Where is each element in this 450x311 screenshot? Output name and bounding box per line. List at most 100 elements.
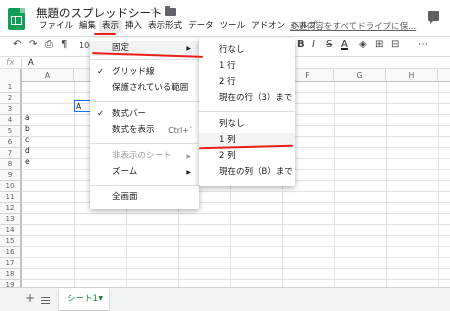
row-header[interactable]: 7 (0, 148, 22, 159)
column-header[interactable]: G (334, 69, 386, 82)
menubar: ファイル 編集 表示 挿入 表示形式 データ ツール アドオン ヘルプ (36, 20, 320, 33)
view-menu: 固定 ▶ ✓ グリッド線 保護されている範囲 ✓ 数式バー 数式を表示 Ctrl… (90, 38, 199, 209)
freeze-no-rows[interactable]: 行なし (199, 43, 295, 58)
menu-addons[interactable]: アドオン (248, 20, 288, 33)
row-header[interactable]: 14 (0, 225, 22, 236)
chevron-down-icon[interactable]: ▼ (98, 288, 103, 310)
row-header[interactable]: 19 (0, 280, 22, 287)
row-header[interactable]: 5 (0, 126, 22, 137)
annotation-underline-view-menu (94, 33, 116, 35)
cell-a6[interactable]: c (25, 134, 29, 145)
menu-divider (90, 143, 199, 144)
grid-row-line (22, 213, 450, 214)
row-header[interactable]: 18 (0, 269, 22, 280)
freeze-up-to-current-column[interactable]: 現在の列（B）まで (199, 165, 295, 180)
grid-row-line (22, 257, 450, 258)
fx-icon: fx (6, 58, 15, 68)
menu-divider (90, 185, 199, 186)
formula-separator (21, 58, 22, 68)
chevron-right-icon: ▶ (186, 153, 191, 160)
cell-a5[interactable]: b (25, 123, 30, 134)
sheet-tab-active[interactable]: シート1 ▼ (59, 288, 109, 310)
menu-divider (90, 101, 199, 102)
more-icon[interactable]: ⋯ (418, 39, 428, 50)
menu-view[interactable]: 表示 (99, 20, 123, 33)
row-header[interactable]: 9 (0, 170, 22, 181)
grid-row-line (22, 191, 450, 192)
row-header[interactable]: 6 (0, 137, 22, 148)
row-header[interactable]: 15 (0, 236, 22, 247)
freeze-submenu: 行なし 1 行 2 行 現在の行（3）まで 列なし 1 列 2 列 現在の列（B… (199, 38, 295, 186)
menu-file[interactable]: ファイル (36, 20, 76, 33)
cell-a4[interactable]: a (25, 112, 30, 123)
strikethrough-button[interactable]: S (326, 39, 332, 50)
freeze-up-to-current-row[interactable]: 現在の行（3）まで (199, 91, 295, 106)
menu-divider (199, 111, 295, 112)
menu-tools[interactable]: ツール (217, 20, 249, 33)
grid-row-line (22, 202, 450, 203)
comment-icon[interactable] (428, 11, 439, 24)
menu-item-zoom[interactable]: ズーム ▶ (90, 165, 199, 180)
freeze-2-columns[interactable]: 2 列 (199, 149, 295, 164)
row-header[interactable]: 2 (0, 93, 22, 104)
all-sheets-icon[interactable] (41, 297, 50, 304)
grid-row-line (22, 235, 450, 236)
check-icon: ✓ (97, 67, 105, 77)
menu-format[interactable]: 表示形式 (145, 20, 185, 33)
menu-insert[interactable]: 挿入 (122, 20, 145, 33)
fill-color-icon[interactable]: ◈ (359, 39, 367, 50)
row-header[interactable]: 13 (0, 214, 22, 225)
add-sheet-button[interactable]: + (25, 291, 35, 305)
row-header[interactable]: 4 (0, 115, 22, 126)
shortcut-label: Ctrl+` (168, 126, 193, 135)
undo-icon[interactable]: ↶ (13, 39, 21, 50)
borders-icon[interactable]: ⊞ (375, 39, 383, 50)
document-title[interactable]: 無題のスプレッドシート (36, 5, 163, 21)
select-all-corner[interactable] (0, 69, 22, 82)
menu-edit[interactable]: 編集 (76, 20, 99, 33)
sheets-logo-icon[interactable] (8, 8, 25, 30)
formula-input[interactable]: A (28, 57, 34, 69)
column-header[interactable]: A (22, 69, 74, 82)
row-header[interactable]: 1 (0, 82, 22, 93)
row-header[interactable]: 10 (0, 181, 22, 192)
bold-button[interactable]: B (297, 39, 305, 50)
print-icon[interactable]: ⎙ (45, 39, 53, 50)
chevron-right-icon: ▶ (186, 45, 191, 52)
cell-a7[interactable]: d (25, 145, 30, 156)
grid-row-line (22, 268, 450, 269)
menu-item-hidden-sheets: 非表示のシート ▶ (90, 149, 199, 164)
freeze-1-row[interactable]: 1 行 (199, 59, 295, 74)
grid-row-line (22, 279, 450, 280)
italic-button[interactable]: I (312, 39, 315, 50)
menu-data[interactable]: データ (185, 20, 217, 33)
row-header[interactable]: 11 (0, 192, 22, 203)
save-status-link[interactable]: 変更内容をすべてドライブに保... (290, 20, 420, 32)
merge-cells-icon[interactable]: ⊟ (391, 39, 399, 50)
redo-icon[interactable]: ↷ (29, 39, 37, 50)
menu-item-gridlines[interactable]: ✓ グリッド線 (90, 65, 199, 80)
row-header[interactable]: 8 (0, 159, 22, 170)
freeze-no-columns[interactable]: 列なし (199, 117, 295, 132)
star-icon[interactable]: ☆ (150, 4, 160, 17)
column-header[interactable]: H (386, 69, 438, 82)
grid-row-line (22, 246, 450, 247)
row-header[interactable]: 3 (0, 104, 22, 115)
folder-icon[interactable] (165, 6, 176, 16)
freeze-2-rows[interactable]: 2 行 (199, 75, 295, 90)
menu-item-formula-bar[interactable]: ✓ 数式バー (90, 107, 199, 122)
chevron-right-icon: ▶ (186, 169, 191, 176)
paint-format-icon[interactable]: ¶ (61, 39, 67, 50)
row-header[interactable]: 17 (0, 258, 22, 269)
text-color-button[interactable]: A (341, 39, 348, 50)
menu-item-fullscreen[interactable]: 全画面 (90, 190, 199, 205)
check-icon: ✓ (97, 109, 105, 119)
sheet-tab-label: シート1 (67, 294, 98, 304)
menu-item-protected-ranges[interactable]: 保護されている範囲 (90, 81, 199, 96)
row-header[interactable]: 12 (0, 203, 22, 214)
menu-divider (90, 59, 199, 60)
menu-item-show-formulas[interactable]: 数式を表示 Ctrl+` (90, 123, 199, 138)
sheet-bar: + シート1 ▼ (0, 287, 450, 311)
row-header[interactable]: 16 (0, 247, 22, 258)
cell-a8[interactable]: e (25, 156, 30, 167)
